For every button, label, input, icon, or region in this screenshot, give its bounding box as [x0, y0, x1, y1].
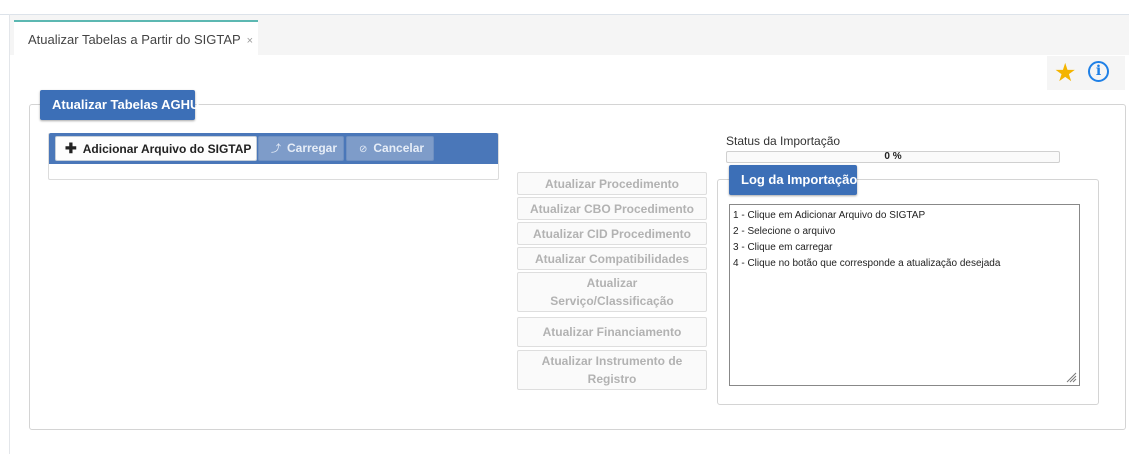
- log-line: 2 - Selecione o arquivo: [733, 226, 836, 237]
- upload-button[interactable]: ⤴ Carregar: [258, 136, 344, 161]
- status-label: Status da Importação: [726, 134, 841, 148]
- log-line: 3 - Clique em carregar: [733, 242, 833, 253]
- import-progress-bar: 0 %: [726, 151, 1060, 163]
- log-title: Log da Importação: [729, 165, 857, 195]
- plus-icon: ✚: [65, 140, 77, 156]
- update-financiamento-button[interactable]: Atualizar Financiamento: [517, 317, 707, 347]
- resize-handle-icon[interactable]: [1065, 371, 1077, 383]
- log-line: 1 - Clique em Adicionar Arquivo do SIGTA…: [733, 210, 926, 221]
- update-instrumento-registro-button[interactable]: Atualizar Instrumento de Registro: [517, 350, 707, 390]
- update-procedimento-button[interactable]: Atualizar Procedimento: [517, 172, 707, 195]
- close-icon[interactable]: ×: [247, 35, 253, 47]
- tab-title: Atualizar Tabelas a Partir do SIGTAP: [28, 32, 241, 47]
- cancel-icon: ⊘: [359, 144, 368, 155]
- tab-atualizar-tabelas[interactable]: Atualizar Tabelas a Partir do SIGTAP ×: [14, 20, 258, 56]
- panel-title: Atualizar Tabelas AGHU: [40, 90, 199, 120]
- star-icon[interactable]: ★: [1054, 59, 1076, 87]
- upload-icon: ⤴: [271, 144, 281, 155]
- add-file-label: Adicionar Arquivo do SIGTAP: [82, 142, 252, 156]
- log-textarea[interactable]: 1 - Clique em Adicionar Arquivo do SIGTA…: [729, 204, 1080, 386]
- cancel-button[interactable]: ⊘ Cancelar: [346, 136, 434, 161]
- upload-label: Carregar: [287, 141, 338, 155]
- add-file-button[interactable]: ✚ Adicionar Arquivo do SIGTAP: [55, 136, 257, 161]
- cancel-label: Cancelar: [373, 141, 425, 155]
- update-servico-classificacao-button[interactable]: Atualizar Serviço/Classificação: [517, 272, 707, 312]
- update-cid-procedimento-button[interactable]: Atualizar CID Procedimento: [517, 222, 707, 245]
- update-compatibilidades-button[interactable]: Atualizar Compatibilidades: [517, 247, 707, 270]
- progress-text: 0 %: [884, 151, 902, 162]
- frame-left-border: [9, 14, 10, 454]
- log-line: 4 - Clique no botão que corresponde a at…: [733, 258, 1001, 269]
- update-cbo-procedimento-button[interactable]: Atualizar CBO Procedimento: [517, 197, 707, 220]
- info-icon[interactable]: i: [1088, 61, 1109, 82]
